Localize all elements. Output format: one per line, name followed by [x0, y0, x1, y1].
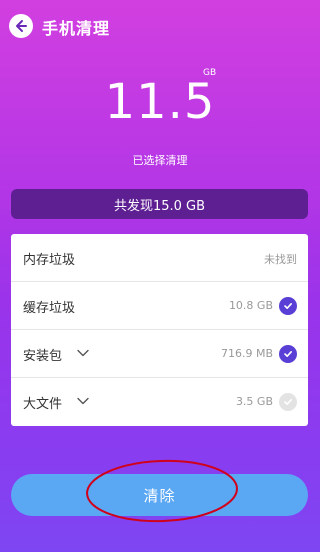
list-item-label: 大文件 [23, 397, 63, 412]
clean-button-label: 清除 [143, 486, 176, 505]
found-total-bar: 共发现15.0 GB [11, 189, 308, 219]
arrow-left-icon [16, 20, 27, 32]
back-button[interactable] [9, 14, 33, 38]
junk-list: 内存垃圾 未找到 缓存垃圾 10.8 GB 安装包 716.9 MB 大文件 3… [11, 234, 308, 426]
list-item-memory[interactable]: 内存垃圾 未找到 [11, 234, 308, 282]
found-total-text: 共发现15.0 GB [113, 198, 206, 214]
selected-label: 已选择清理 [132, 154, 188, 167]
clean-button[interactable]: 清除 [11, 474, 308, 516]
checkbox-checked-icon[interactable] [279, 297, 297, 315]
checkbox-unchecked-icon[interactable] [279, 393, 297, 411]
list-item-apk[interactable]: 安装包 716.9 MB [11, 330, 308, 378]
list-item-value: 3.5 GB [235, 395, 273, 408]
chevron-down-icon[interactable] [77, 397, 89, 405]
app-header: 手机清理 [0, 0, 320, 52]
list-item-large-files[interactable]: 大文件 3.5 GB [11, 378, 308, 426]
chevron-down-icon[interactable] [77, 349, 89, 357]
list-item-label: 缓存垃圾 [23, 301, 76, 316]
page-title: 手机清理 [42, 19, 111, 38]
selected-size-value: 11.5 [104, 74, 216, 130]
list-item-value: 716.9 MB [220, 347, 273, 360]
list-item-label: 安装包 [23, 349, 63, 364]
list-item-label: 内存垃圾 [23, 253, 76, 268]
checkbox-checked-icon[interactable] [279, 345, 297, 363]
list-item-value: 10.8 GB [228, 299, 273, 312]
selected-size-unit: GB [203, 68, 217, 78]
list-item-cache[interactable]: 缓存垃圾 10.8 GB [11, 282, 308, 330]
list-item-value: 未找到 [264, 253, 297, 266]
